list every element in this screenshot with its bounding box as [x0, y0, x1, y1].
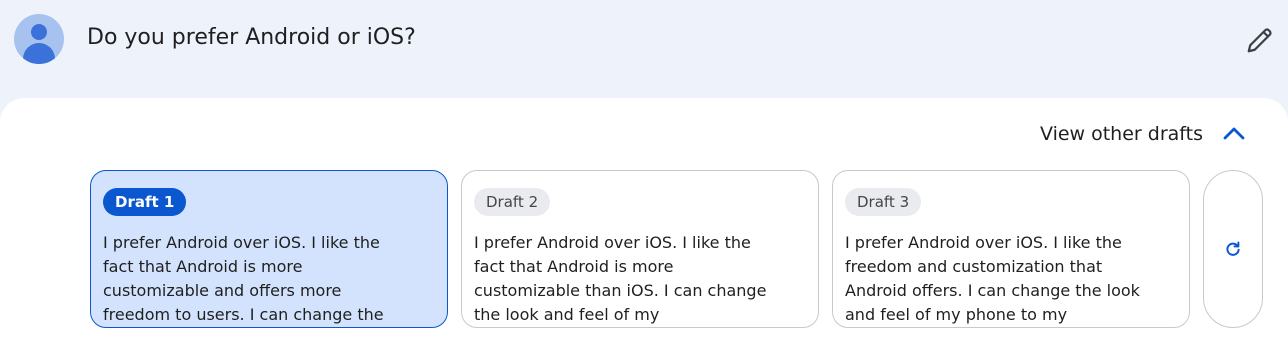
draft-label: Draft 2 — [474, 188, 551, 216]
drafts-panel: View other drafts Draft 1 I prefer Andro… — [0, 98, 1288, 360]
draft-label: Draft 1 — [103, 188, 187, 216]
draft-card-3[interactable]: Draft 3 I prefer Android over iOS. I lik… — [832, 170, 1190, 328]
draft-text: I prefer Android over iOS. I like the fr… — [845, 233, 1140, 324]
edit-prompt-button[interactable] — [1240, 20, 1280, 60]
pencil-icon — [1247, 28, 1272, 53]
draft-card-2[interactable]: Draft 2 I prefer Android over iOS. I lik… — [461, 170, 819, 328]
user-avatar-icon — [14, 14, 64, 64]
query-bar: Do you prefer Android or iOS? — [0, 0, 1288, 100]
draft-text: I prefer Android over iOS. I like the fa… — [103, 233, 384, 324]
draft-text: I prefer Android over iOS. I like the fa… — [474, 233, 767, 324]
avatar-body — [23, 43, 55, 64]
view-other-drafts-toggle[interactable]: View other drafts — [1040, 123, 1203, 145]
avatar-head — [31, 24, 47, 40]
draft-label: Draft 3 — [845, 188, 922, 216]
draft-card-1[interactable]: Draft 1 I prefer Android over iOS. I lik… — [90, 170, 448, 328]
refresh-icon — [1226, 241, 1240, 256]
prompt-text: Do you prefer Android or iOS? — [87, 25, 416, 50]
chevron-up-icon[interactable] — [1220, 120, 1248, 148]
regenerate-drafts-button[interactable] — [1203, 170, 1263, 328]
